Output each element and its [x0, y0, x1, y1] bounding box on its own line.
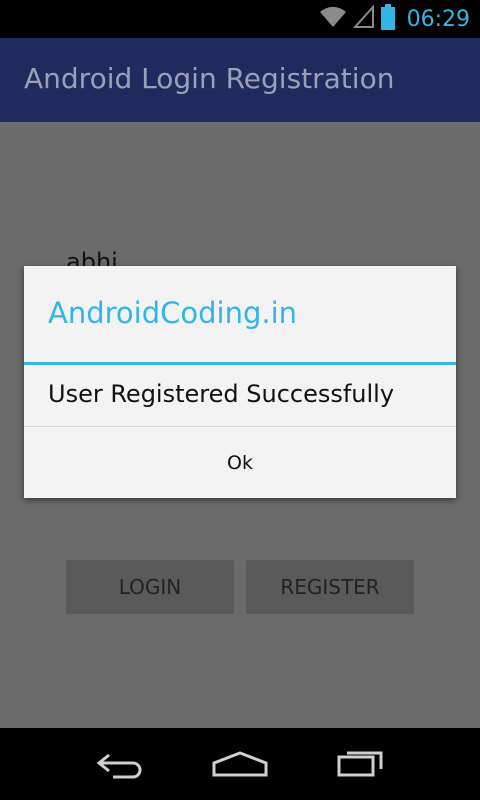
wifi-icon [319, 5, 347, 33]
navigation-bar [0, 728, 480, 800]
status-clock: 06:29 [406, 6, 470, 32]
action-bar: Android Login Registration [0, 38, 480, 122]
recents-icon[interactable] [330, 746, 390, 782]
battery-icon [380, 4, 395, 34]
home-icon[interactable] [210, 746, 270, 782]
login-button[interactable]: LOGIN [66, 560, 234, 614]
dialog-title-divider [24, 362, 456, 365]
register-button[interactable]: REGISTER [246, 560, 414, 614]
alert-dialog: AndroidCoding.in User Registered Success… [24, 266, 456, 498]
back-icon[interactable] [90, 746, 150, 782]
dialog-message: User Registered Successfully [48, 380, 395, 408]
dialog-title: AndroidCoding.in [48, 296, 298, 330]
dialog-ok-button[interactable]: Ok [24, 427, 456, 498]
signal-icon [352, 4, 375, 33]
app-title: Android Login Registration [24, 62, 395, 95]
status-icons: 06:29 [319, 0, 470, 38]
status-bar: 06:29 [0, 0, 480, 38]
